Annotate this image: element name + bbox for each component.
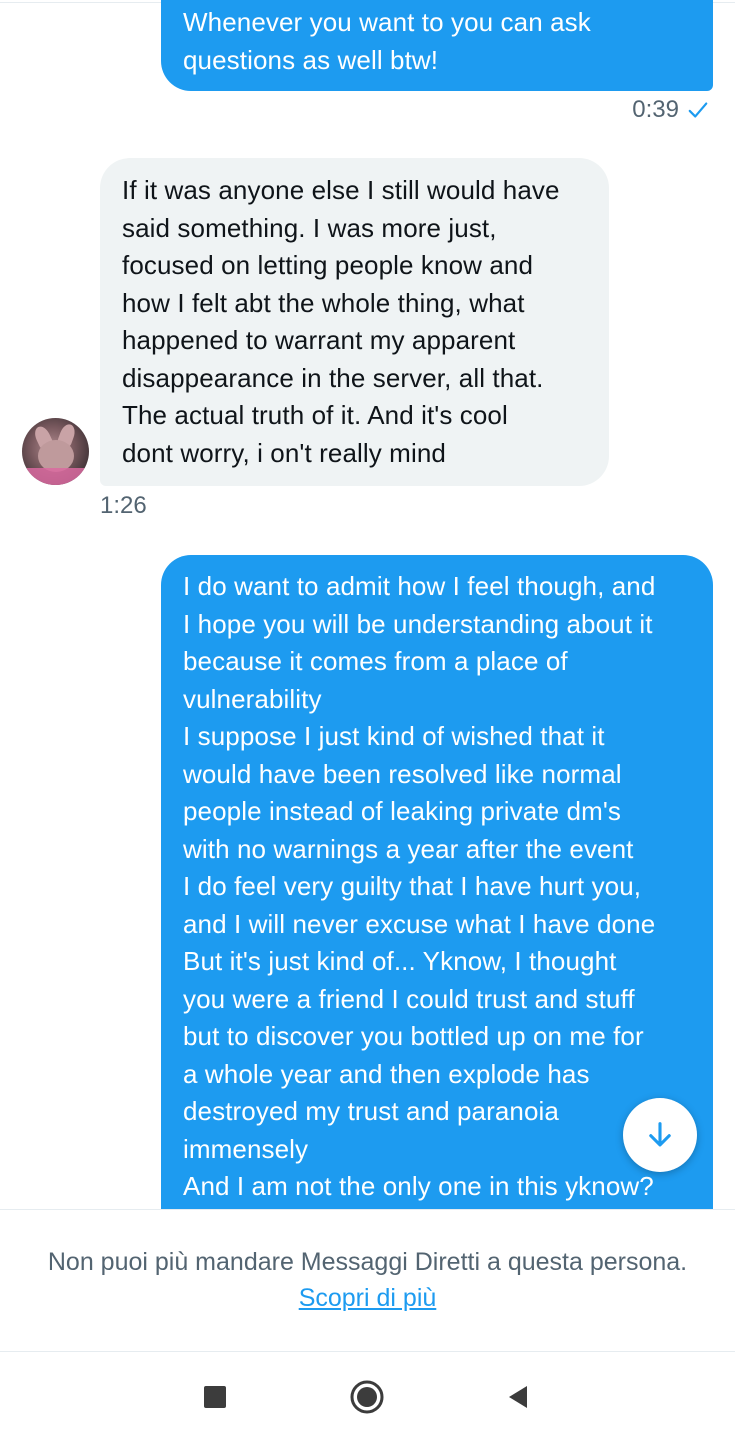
recent-apps-button[interactable]: [188, 1370, 242, 1424]
home-icon: [350, 1380, 384, 1414]
dm-conversation-screen: Whenever you want to you can ask questio…: [0, 0, 735, 1440]
home-button[interactable]: [340, 1370, 394, 1424]
back-button[interactable]: [491, 1370, 545, 1424]
back-icon: [509, 1386, 527, 1408]
outgoing-message-bubble[interactable]: Whenever you want to you can ask questio…: [161, 0, 713, 91]
message-thread[interactable]: Whenever you want to you can ask questio…: [0, 0, 735, 1209]
avatar-detail: [22, 468, 89, 485]
dm-disabled-notice: Non puoi più mandare Messaggi Diretti a …: [0, 1209, 735, 1352]
learn-more-link[interactable]: Scopri di più: [0, 1284, 735, 1313]
timestamp-text: 0:39: [632, 96, 679, 123]
incoming-message-bubble[interactable]: If it was anyone else I still would have…: [100, 158, 609, 486]
notice-text: Non puoi più mandare Messaggi Diretti a …: [47, 1248, 688, 1276]
message-timestamp: 0:39: [632, 96, 709, 124]
avatar[interactable]: [22, 418, 89, 485]
recent-apps-icon: [204, 1386, 226, 1408]
arrow-down-icon: [649, 1122, 671, 1147]
scroll-to-bottom-button[interactable]: [623, 1098, 697, 1172]
check-icon: [688, 102, 708, 118]
system-navigation-bar: [0, 1352, 735, 1440]
message-timestamp: 1:26: [100, 492, 147, 519]
